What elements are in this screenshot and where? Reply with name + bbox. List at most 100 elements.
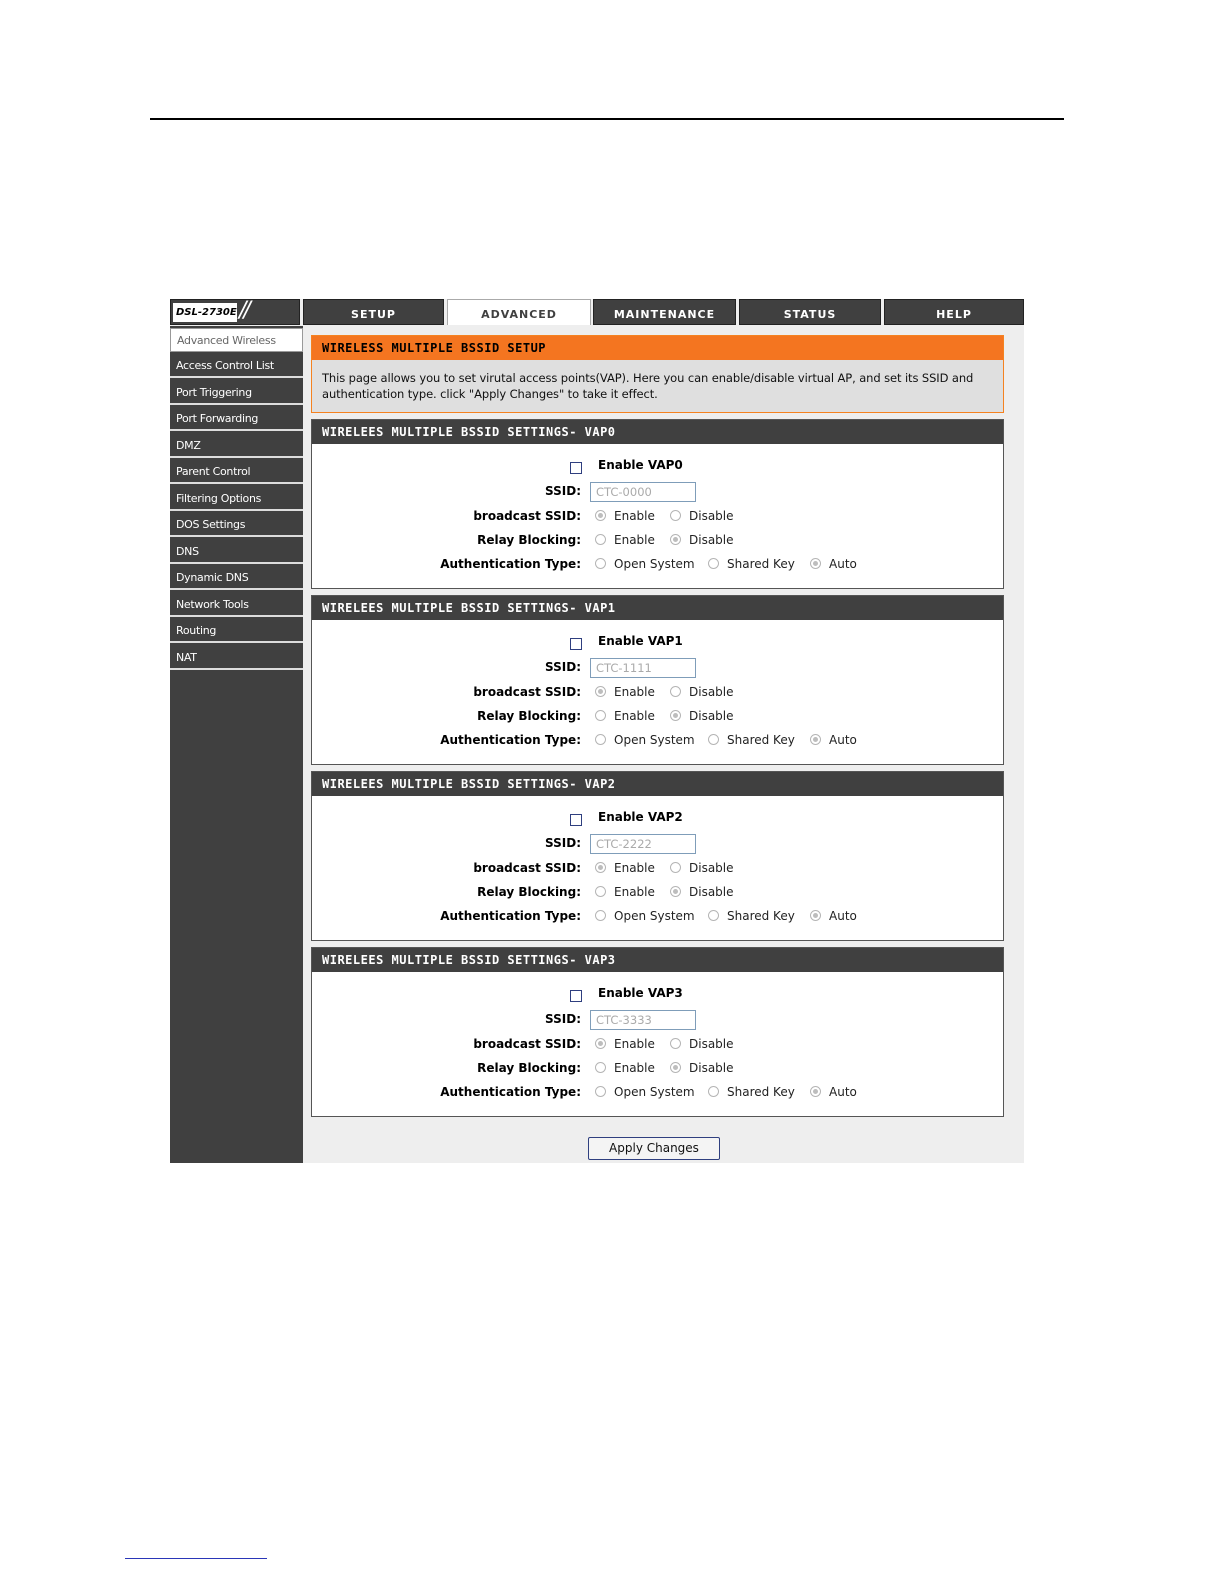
vap0-auth-auto-option[interactable]: Auto <box>810 557 857 571</box>
sidebar-item-parent-control[interactable]: Parent Control <box>170 460 303 484</box>
vap0-broadcast-enable-option[interactable]: Enable <box>595 509 655 523</box>
tab-setup[interactable]: SETUP <box>303 299 444 325</box>
sidebar-item-network-tools[interactable]: Network Tools <box>170 593 303 617</box>
vap3-relay-label: Relay Blocking: <box>477 1061 581 1075</box>
vap3-relay-enable-option[interactable]: Enable <box>595 1061 655 1075</box>
vap0-enable-checkbox[interactable] <box>570 462 582 474</box>
vap0-auth-auto-radio[interactable] <box>810 558 821 569</box>
sidebar-item-access-control-list[interactable]: Access Control List <box>170 354 303 378</box>
vap2-auth-label: Authentication Type: <box>440 909 581 923</box>
vap3-auth-open-radio[interactable] <box>595 1086 606 1097</box>
apply-changes-button[interactable]: Apply Changes <box>588 1137 720 1160</box>
sidebar-item-advanced-wireless[interactable]: Advanced Wireless <box>170 328 303 352</box>
vap1-relay-disable-radio[interactable] <box>670 710 681 721</box>
vap1-relay-disable-option[interactable]: Disable <box>670 709 734 723</box>
vap3-enable-label: Enable VAP3 <box>598 986 683 1000</box>
vap3-broadcast-disable-text: Disable <box>689 1037 734 1051</box>
vap0-broadcast-disable-radio[interactable] <box>670 510 681 521</box>
vap0-title: WIRELEES MULTIPLE BSSID SETTINGS- VAP0 <box>312 420 1003 444</box>
vap3-relay-enable-radio[interactable] <box>595 1062 606 1073</box>
vap3-auth-auto-option[interactable]: Auto <box>810 1085 857 1099</box>
vap2-relay-disable-radio[interactable] <box>670 886 681 897</box>
vap0-auth-shared-radio[interactable] <box>708 558 719 569</box>
vap3-broadcast-enable-text: Enable <box>614 1037 655 1051</box>
vap1-broadcast-disable-option[interactable]: Disable <box>670 685 734 699</box>
vap1-enable-checkbox[interactable] <box>570 638 582 650</box>
vap2-auth-open-radio[interactable] <box>595 910 606 921</box>
sidebar-item-dynamic-dns[interactable]: Dynamic DNS <box>170 566 303 590</box>
vap1-auth-open-option[interactable]: Open System <box>595 733 695 747</box>
vap1-auth-shared-option[interactable]: Shared Key <box>708 733 795 747</box>
vap2-enable-checkbox[interactable] <box>570 814 582 826</box>
vap1-auth-auto-text: Auto <box>829 733 857 747</box>
vap2-broadcast-enable-option[interactable]: Enable <box>595 861 655 875</box>
vap0-broadcast-enable-radio[interactable] <box>595 510 606 521</box>
vap3-auth-auto-radio[interactable] <box>810 1086 821 1097</box>
vap0-enable-label: Enable VAP0 <box>598 458 683 472</box>
vap2-enable-label: Enable VAP2 <box>598 810 683 824</box>
vap2-auth-shared-text: Shared Key <box>727 909 795 923</box>
vap2-auth-open-option[interactable]: Open System <box>595 909 695 923</box>
vap1-auth-label: Authentication Type: <box>440 733 581 747</box>
vap2-relay-enable-radio[interactable] <box>595 886 606 897</box>
vap0-relay-label: Relay Blocking: <box>477 533 581 547</box>
vap2-auth-shared-option[interactable]: Shared Key <box>708 909 795 923</box>
vap1-auth-auto-option[interactable]: Auto <box>810 733 857 747</box>
vap0-broadcast-disable-option[interactable]: Disable <box>670 509 734 523</box>
vap1-broadcast-enable-text: Enable <box>614 685 655 699</box>
tab-help[interactable]: HELP <box>884 299 1024 325</box>
vap1-relay-enable-option[interactable]: Enable <box>595 709 655 723</box>
vap0-auth-shared-option[interactable]: Shared Key <box>708 557 795 571</box>
vap2-broadcast-label: broadcast SSID: <box>473 861 581 875</box>
vap3-broadcast-enable-option[interactable]: Enable <box>595 1037 655 1051</box>
vap3-broadcast-disable-option[interactable]: Disable <box>670 1037 734 1051</box>
vap2-ssid-input[interactable]: CTC-2222 <box>590 834 696 854</box>
vap0-auth-open-option[interactable]: Open System <box>595 557 695 571</box>
vap0-relay-enable-radio[interactable] <box>595 534 606 545</box>
vap1-relay-enable-radio[interactable] <box>595 710 606 721</box>
vap2-auth-auto-radio[interactable] <box>810 910 821 921</box>
vap2-auth-shared-radio[interactable] <box>708 910 719 921</box>
vap3-broadcast-enable-radio[interactable] <box>595 1038 606 1049</box>
vap3-auth-shared-option[interactable]: Shared Key <box>708 1085 795 1099</box>
vap3-broadcast-disable-radio[interactable] <box>670 1038 681 1049</box>
tab-status[interactable]: STATUS <box>739 299 881 325</box>
vap0-relay-disable-option[interactable]: Disable <box>670 533 734 547</box>
vap1-ssid-input[interactable]: CTC-1111 <box>590 658 696 678</box>
vap3-relay-disable-option[interactable]: Disable <box>670 1061 734 1075</box>
vap0-ssid-input[interactable]: CTC-0000 <box>590 482 696 502</box>
vap1-broadcast-enable-radio[interactable] <box>595 686 606 697</box>
tab-maintenance[interactable]: MAINTENANCE <box>593 299 736 325</box>
vap2-broadcast-enable-radio[interactable] <box>595 862 606 873</box>
sidebar-item-port-triggering[interactable]: Port Triggering <box>170 381 303 405</box>
sidebar-item-nat[interactable]: NAT <box>170 646 303 670</box>
tab-advanced[interactable]: ADVANCED <box>447 299 591 325</box>
vap1-broadcast-enable-option[interactable]: Enable <box>595 685 655 699</box>
vap0-relay-enable-option[interactable]: Enable <box>595 533 655 547</box>
vap1-enable-label: Enable VAP1 <box>598 634 683 648</box>
vap3-auth-shared-radio[interactable] <box>708 1086 719 1097</box>
vap2-relay-disable-option[interactable]: Disable <box>670 885 734 899</box>
logo-model: DSL-2730E <box>173 303 237 322</box>
sidebar-item-dns[interactable]: DNS <box>170 540 303 564</box>
vap2-auth-auto-text: Auto <box>829 909 857 923</box>
vap3-ssid-input[interactable]: CTC-3333 <box>590 1010 696 1030</box>
sidebar-item-port-forwarding[interactable]: Port Forwarding <box>170 407 303 431</box>
vap3-enable-checkbox[interactable] <box>570 990 582 1002</box>
vap2-relay-enable-option[interactable]: Enable <box>595 885 655 899</box>
vap3-auth-open-option[interactable]: Open System <box>595 1085 695 1099</box>
sidebar-item-dos-settings[interactable]: DOS Settings <box>170 513 303 537</box>
vap2-broadcast-disable-radio[interactable] <box>670 862 681 873</box>
vap2-broadcast-disable-option[interactable]: Disable <box>670 861 734 875</box>
vap1-auth-auto-radio[interactable] <box>810 734 821 745</box>
vap1-auth-open-radio[interactable] <box>595 734 606 745</box>
vap2-auth-auto-option[interactable]: Auto <box>810 909 857 923</box>
vap0-relay-disable-radio[interactable] <box>670 534 681 545</box>
vap0-auth-open-radio[interactable] <box>595 558 606 569</box>
sidebar-item-dmz[interactable]: DMZ <box>170 434 303 458</box>
sidebar-item-filtering-options[interactable]: Filtering Options <box>170 487 303 511</box>
sidebar-item-routing[interactable]: Routing <box>170 619 303 643</box>
vap3-relay-disable-radio[interactable] <box>670 1062 681 1073</box>
vap1-auth-shared-radio[interactable] <box>708 734 719 745</box>
vap1-broadcast-disable-radio[interactable] <box>670 686 681 697</box>
